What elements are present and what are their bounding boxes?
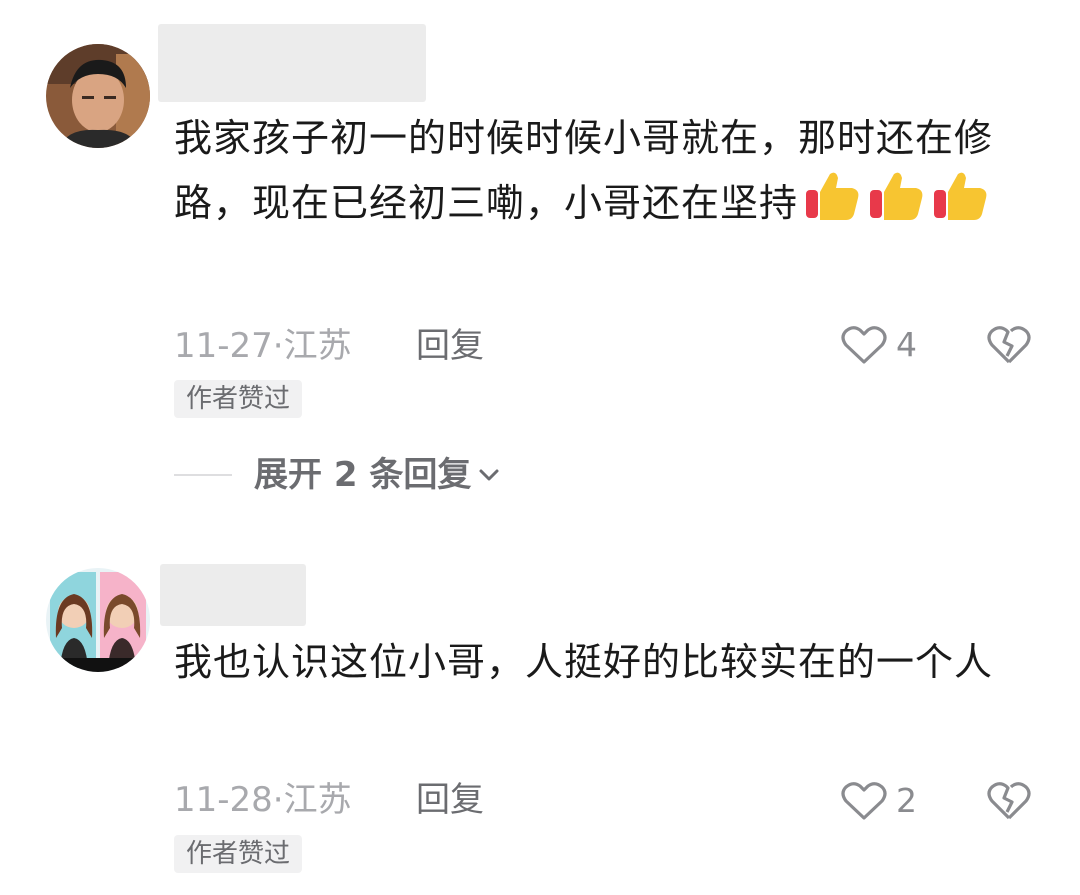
comment-location: 江苏 xyxy=(283,326,352,366)
comment-meta: 11-27·江苏 xyxy=(174,326,352,366)
username-redacted xyxy=(158,24,426,102)
comment-date: 11-28 xyxy=(174,780,273,820)
reply-button[interactable]: 回复 xyxy=(416,326,484,366)
broken-heart-icon xyxy=(987,782,1031,820)
thumbs-up-icon xyxy=(932,170,990,241)
chevron-down-icon xyxy=(479,469,499,481)
like-count: 4 xyxy=(896,325,917,364)
thumbs-up-icon xyxy=(868,170,926,241)
dislike-button[interactable] xyxy=(986,324,1032,370)
heart-icon xyxy=(841,326,887,364)
thumbs-up-icon xyxy=(804,170,862,241)
meta-separator: · xyxy=(272,780,284,820)
reply-button[interactable]: 回复 xyxy=(416,780,484,820)
divider xyxy=(174,474,232,476)
comment-date: 11-27 xyxy=(174,326,273,366)
comment-location: 江苏 xyxy=(283,780,352,820)
author-liked-badge: 作者赞过 xyxy=(174,835,303,873)
comment-item: 我也认识这位小哥，人挺好的比较实在的一个人 11-28·江苏 回复 2 作者赞过 xyxy=(0,540,1080,895)
cartoon-girls-avatar-icon xyxy=(46,568,150,672)
like-button[interactable]: 4 xyxy=(840,324,917,366)
man-portrait-avatar-icon xyxy=(46,44,150,148)
expand-replies-label: 展开 2 条回复 xyxy=(254,455,472,495)
avatar[interactable] xyxy=(46,568,150,672)
comment-item: 我家孩子初一的时候时候小哥就在，那时还在修路，现在已经初三嘞，小哥还在坚持 11… xyxy=(0,0,1080,450)
dislike-button[interactable] xyxy=(986,780,1032,826)
heart-icon xyxy=(841,782,887,820)
avatar[interactable] xyxy=(46,44,150,148)
comment-text: 我家孩子初一的时候时候小哥就在，那时还在修路，现在已经初三嘞，小哥还在坚持 xyxy=(174,106,1034,241)
meta-separator: · xyxy=(272,326,284,366)
comment-text: 我也认识这位小哥，人挺好的比较实在的一个人 xyxy=(174,640,994,684)
comment-meta: 11-28·江苏 xyxy=(174,780,352,820)
like-count: 2 xyxy=(896,781,917,820)
like-button[interactable]: 2 xyxy=(840,780,917,822)
author-liked-badge: 作者赞过 xyxy=(174,380,303,418)
expand-replies-button[interactable]: 展开 2 条回复 xyxy=(174,453,501,497)
broken-heart-icon xyxy=(987,326,1031,364)
username-redacted xyxy=(160,564,306,626)
